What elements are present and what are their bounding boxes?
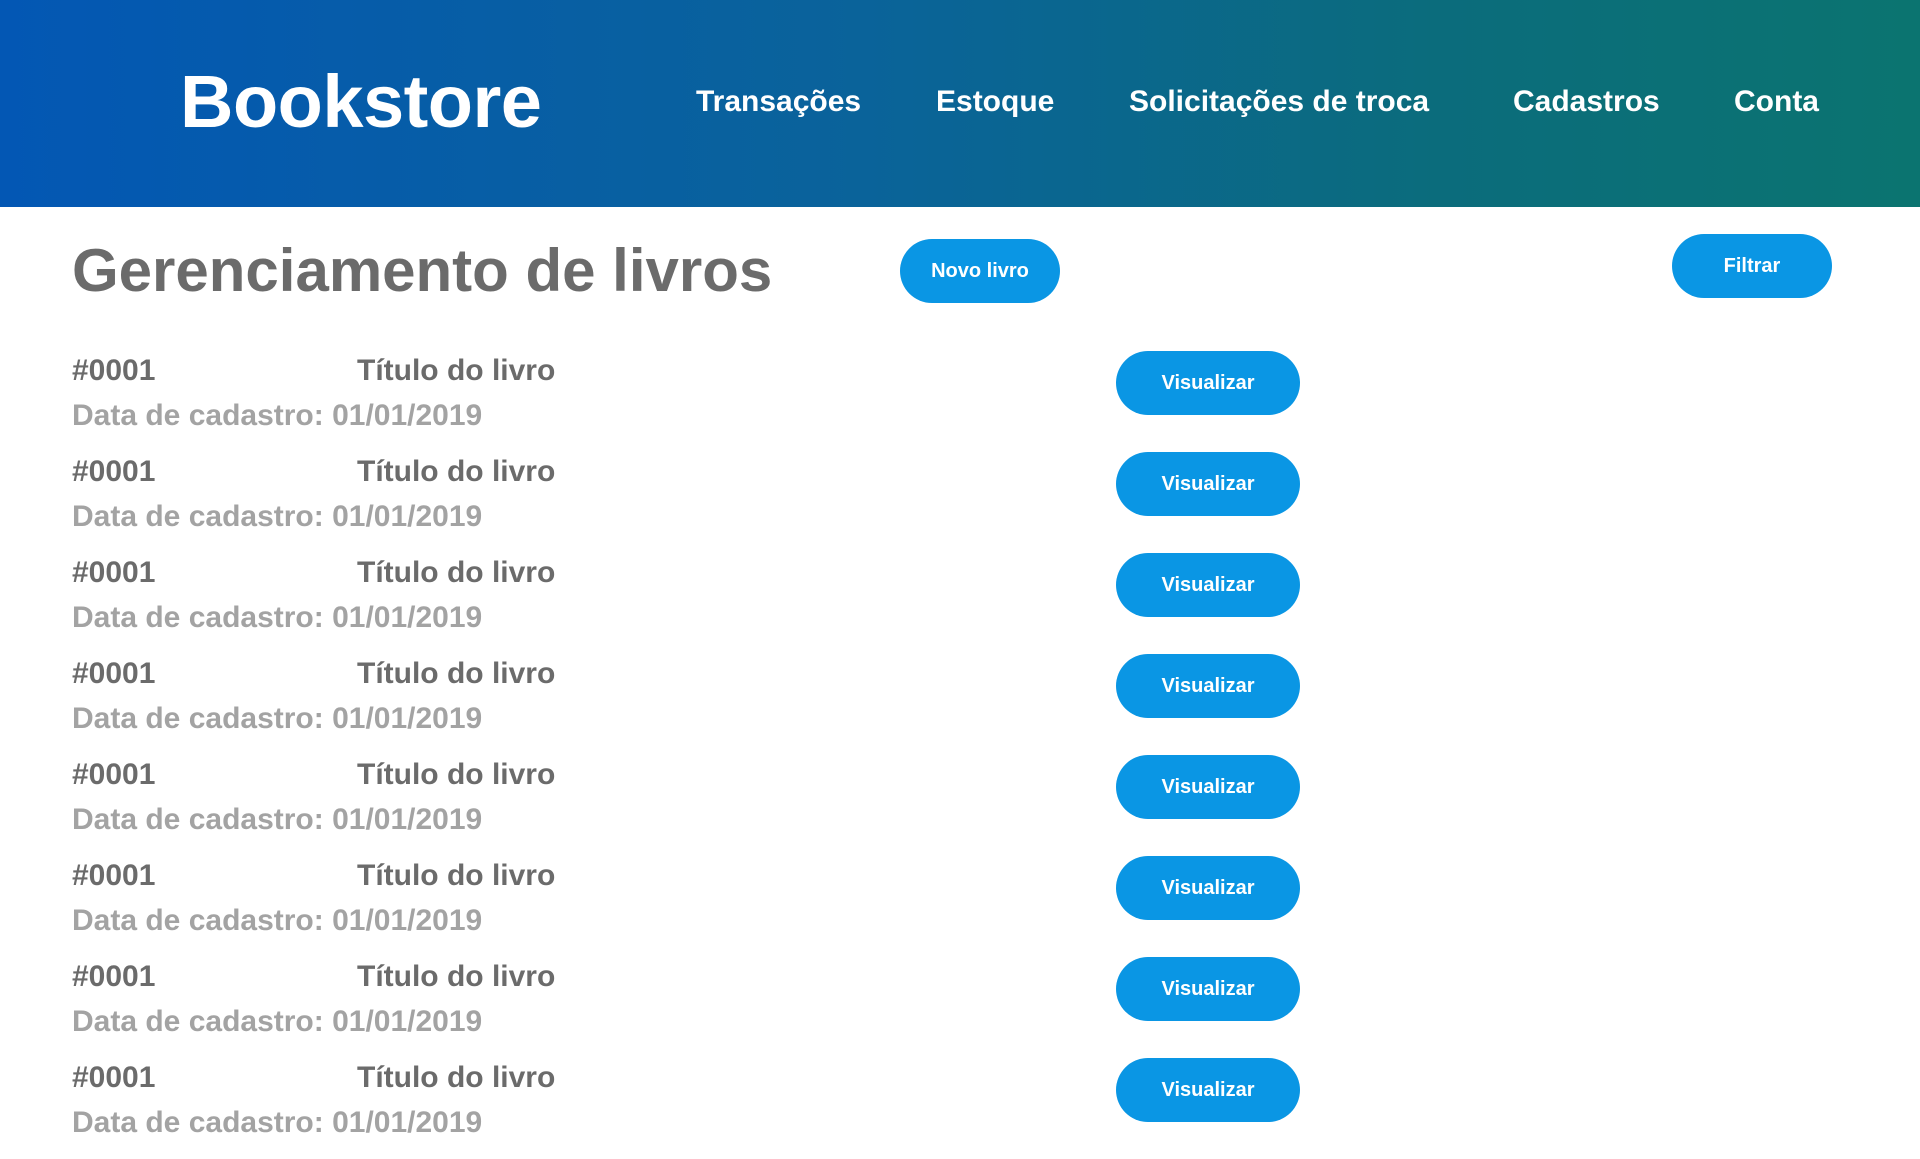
book-title: Título do livro	[357, 859, 556, 892]
book-registration-date: Data de cadastro: 01/01/2019	[72, 497, 482, 537]
book-row: #0001 Título do livro Data de cadastro: 01…	[0, 654, 1920, 755]
book-title: Título do livro	[357, 556, 556, 589]
date-label: Data de cadastro:	[72, 500, 324, 533]
book-id: #0001	[72, 354, 156, 387]
date-value: 01/01/2019	[332, 399, 483, 432]
book-title: Título do livro	[357, 657, 556, 690]
book-title: Título do livro	[357, 758, 556, 791]
book-registration-date: Data de cadastro: 01/01/2019	[72, 1103, 482, 1143]
view-book-button[interactable]: Visualizar	[1116, 755, 1300, 819]
view-book-button[interactable]: Visualizar	[1116, 856, 1300, 920]
book-row: #0001 Título do livro Data de cadastro: 01…	[0, 856, 1920, 957]
book-row: #0001 Título do livro Data de cadastro: 01…	[0, 351, 1920, 452]
book-id: #0001	[72, 455, 156, 488]
date-label: Data de cadastro:	[72, 702, 324, 735]
book-id: #0001	[72, 556, 156, 589]
date-label: Data de cadastro:	[72, 399, 324, 432]
view-book-button[interactable]: Visualizar	[1116, 1058, 1300, 1122]
book-title: Título do livro	[357, 354, 556, 387]
date-label: Data de cadastro:	[72, 1005, 324, 1038]
date-value: 01/01/2019	[332, 1005, 483, 1038]
view-book-button[interactable]: Visualizar	[1116, 351, 1300, 415]
book-row: #0001 Título do livro Data de cadastro: 01…	[0, 957, 1920, 1058]
book-registration-date: Data de cadastro: 01/01/2019	[72, 699, 482, 739]
date-value: 01/01/2019	[332, 702, 483, 735]
book-id: #0001	[72, 1061, 156, 1094]
book-registration-date: Data de cadastro: 01/01/2019	[72, 800, 482, 840]
date-value: 01/01/2019	[332, 904, 483, 937]
book-id: #0001	[72, 657, 156, 690]
view-book-button[interactable]: Visualizar	[1116, 654, 1300, 718]
book-list: #0001 Título do livro Data de cadastro: 01…	[0, 0, 1920, 1139]
date-value: 01/01/2019	[332, 1106, 483, 1139]
view-book-button[interactable]: Visualizar	[1116, 553, 1300, 617]
date-label: Data de cadastro:	[72, 601, 324, 634]
book-id: #0001	[72, 758, 156, 791]
book-title: Título do livro	[357, 1061, 556, 1094]
book-row: #0001 Título do livro Data de cadastro: 01…	[0, 755, 1920, 856]
book-registration-date: Data de cadastro: 01/01/2019	[72, 598, 482, 638]
view-book-button[interactable]: Visualizar	[1116, 452, 1300, 516]
view-book-button[interactable]: Visualizar	[1116, 957, 1300, 1021]
book-row: #0001 Título do livro Data de cadastro: 01…	[0, 553, 1920, 654]
book-title: Título do livro	[357, 455, 556, 488]
date-label: Data de cadastro:	[72, 803, 324, 836]
book-id: #0001	[72, 859, 156, 892]
date-label: Data de cadastro:	[72, 904, 324, 937]
book-title: Título do livro	[357, 960, 556, 993]
book-registration-date: Data de cadastro: 01/01/2019	[72, 901, 482, 941]
book-registration-date: Data de cadastro: 01/01/2019	[72, 1002, 482, 1042]
book-id: #0001	[72, 960, 156, 993]
book-registration-date: Data de cadastro: 01/01/2019	[72, 396, 482, 436]
date-value: 01/01/2019	[332, 500, 483, 533]
date-value: 01/01/2019	[332, 601, 483, 634]
book-row: #0001 Título do livro Data de cadastro: 01…	[0, 452, 1920, 553]
date-label: Data de cadastro:	[72, 1106, 324, 1139]
date-value: 01/01/2019	[332, 803, 483, 836]
book-row: #0001 Título do livro Data de cadastro: 01…	[0, 1058, 1920, 1159]
